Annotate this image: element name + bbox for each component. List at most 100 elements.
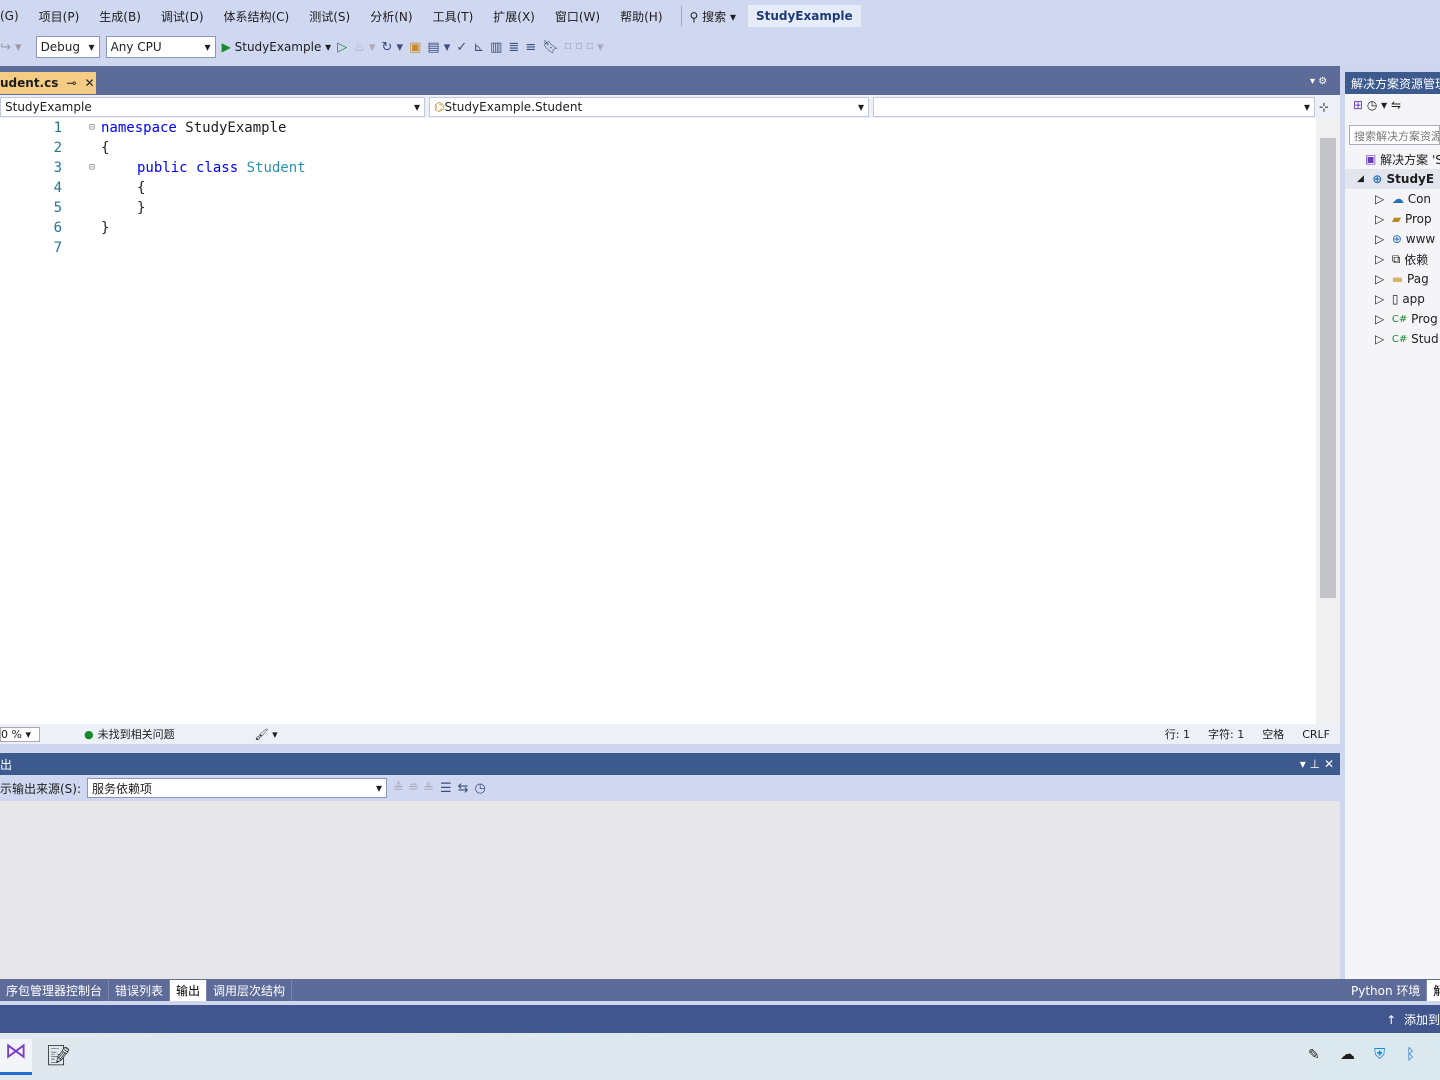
tree-item[interactable]: ▷ C# Stud <box>1375 329 1439 349</box>
expand-arrow-icon[interactable]: ▷ <box>1375 232 1384 246</box>
arrow-up-icon: ↑ <box>1386 1013 1397 1027</box>
source-value: 服务依赖项 <box>92 781 153 796</box>
collapse-arrow-icon[interactable]: ◢ <box>1357 174 1364 184</box>
notes-tray-icon[interactable]: ✎ <box>1308 1047 1320 1063</box>
bookmark-prev-icon[interactable]: ⌑ ⌑ ⌑ ▾ <box>565 40 604 55</box>
code-editor[interactable]: 1 2 3 4 5 6 7 ⊟ ⊟ namespace StudyExample… <box>0 118 1316 724</box>
clear-all-icon[interactable]: ☰ <box>440 781 452 796</box>
panel-title: 解决方案资源管理 <box>1345 72 1440 94</box>
security-icon[interactable]: ⛨ <box>1374 1045 1385 1063</box>
start-without-debug-icon[interactable]: ▷ <box>337 40 347 55</box>
project-dropdown[interactable]: StudyExample ▾ <box>0 96 425 117</box>
item-label: Prog <box>1411 312 1438 326</box>
menu-item[interactable]: (G) <box>0 9 29 23</box>
expand-arrow-icon[interactable]: ▷ <box>1375 332 1384 346</box>
sync-icon[interactable]: ⇋ <box>1391 98 1401 112</box>
expand-arrow-icon[interactable]: ▷ <box>1375 292 1384 306</box>
project-node[interactable]: ◢ ⊕ StudyE <box>1345 169 1440 189</box>
tree-item[interactable]: ▷ C# Prog <box>1375 309 1438 329</box>
folder-icon[interactable]: ▣ <box>409 40 421 55</box>
json-file-icon: ▯ <box>1391 292 1399 306</box>
timestamp-icon[interactable]: ◷ <box>475 781 486 796</box>
configuration-select[interactable]: Debug ▾ <box>35 36 100 58</box>
type-dropdown[interactable]: ⌬StudyExample.Student ▾ <box>429 96 869 117</box>
format-icon[interactable]: ▥ <box>490 40 502 55</box>
uncomment-icon[interactable]: ≡ <box>525 40 536 55</box>
visual-studio-icon[interactable]: ⋈ <box>0 1039 32 1075</box>
spellcheck-icon[interactable]: ✓ <box>456 40 467 55</box>
start-debug-button[interactable]: ▶ StudyExample ▾ <box>222 40 332 54</box>
expand-arrow-icon[interactable]: ▷ <box>1375 312 1384 326</box>
bookmark-icon[interactable]: 🔖︎ <box>542 40 559 55</box>
collapse-icon[interactable]: ⊟ <box>89 162 95 173</box>
comment-icon[interactable]: ≣ <box>508 40 519 55</box>
taskbar: ⋈ 📝︎ ✎ ☁ ⛨ ᛒ <box>0 1033 1440 1080</box>
search-button[interactable]: ⚲ 搜索 ▾ <box>690 8 736 25</box>
platform-select[interactable]: Any CPU ▾ <box>105 36 216 58</box>
solution-label: 解决方案 'S <box>1380 152 1440 167</box>
cleanup-icon[interactable]: 🖌︎ ▾ <box>255 728 278 741</box>
menu-build[interactable]: 生成(B) <box>89 8 151 25</box>
cloud-icon[interactable]: ☁ <box>1340 1045 1355 1063</box>
tree-item[interactable]: ▷ ⊕ www <box>1375 229 1435 249</box>
expand-arrow-icon[interactable]: ▷ <box>1375 272 1384 286</box>
tab-error-list[interactable]: 错误列表 <box>109 979 171 1001</box>
expand-arrow-icon[interactable]: ▷ <box>1375 192 1384 206</box>
tree-item[interactable]: ▷ ⧉ 依赖 <box>1375 249 1428 269</box>
tree-item[interactable]: ▷ ▰ Prop <box>1375 209 1432 229</box>
pin-icon[interactable]: ⊸ <box>66 76 76 90</box>
menu-debug[interactable]: 调试(D) <box>151 8 214 25</box>
menu-extensions[interactable]: 扩展(X) <box>483 8 545 25</box>
add-to-source-control[interactable]: ↑ 添加到 <box>1386 1011 1440 1028</box>
bluetooth-icon[interactable]: ᛒ <box>1406 1045 1415 1063</box>
tab-solution-explorer[interactable]: 解 <box>1427 979 1440 1001</box>
close-icon[interactable]: ✕ <box>84 76 94 90</box>
menu-tools[interactable]: 工具(T) <box>423 8 484 25</box>
notepad-icon[interactable]: 📝︎ <box>46 1043 71 1067</box>
refresh-icon[interactable]: ↻ ▾ <box>382 40 404 55</box>
properties-icon: ▰ <box>1391 212 1402 226</box>
tab-package-manager-console[interactable]: 序包管理器控制台 <box>0 979 110 1001</box>
indent-indicator[interactable]: 空格 <box>1262 726 1284 742</box>
tab-python-env[interactable]: Python 环境 <box>1345 979 1428 1001</box>
word-wrap-icon[interactable]: ⇆ <box>458 781 469 796</box>
tab-call-hierarchy[interactable]: 调用层次结构 <box>207 979 293 1001</box>
menu-analyze[interactable]: 分析(N) <box>360 8 422 25</box>
issues-status[interactable]: 未找到相关问题 <box>98 726 175 742</box>
menu-help[interactable]: 帮助(H) <box>610 8 672 25</box>
close-icon[interactable]: ✕ <box>1324 757 1334 771</box>
output-source-select[interactable]: 服务依赖项 ▾ <box>87 778 388 798</box>
collapse-icon[interactable]: ⊟ <box>89 122 95 133</box>
pin-icon[interactable]: ⊥ <box>1310 757 1320 771</box>
output-text-area[interactable] <box>0 801 1340 979</box>
window-options-icon[interactable]: ▾ ⚙ <box>1310 76 1327 87</box>
step-icon[interactable]: ⊾ <box>473 40 484 55</box>
switch-views-icon[interactable]: ⊞ <box>1353 98 1363 112</box>
hot-reload-icon[interactable]: ♨ ▾ <box>353 40 375 55</box>
find-message-icon[interactable]: ≙ ≘ ≗ <box>393 781 434 796</box>
tab-student-cs[interactable]: udent.cs ⊸ ✕ <box>0 72 96 94</box>
status-bar: ↑ 添加到 <box>0 1005 1440 1033</box>
tree-item[interactable]: ▷ ▬ Pag <box>1375 269 1429 289</box>
menu-test[interactable]: 测试(S) <box>299 8 360 25</box>
window-layout-icon[interactable]: ▤ ▾ <box>427 40 450 55</box>
history-icon[interactable]: ◷ ▾ <box>1367 98 1387 112</box>
menu-project[interactable]: 项目(P) <box>29 8 90 25</box>
menu-architecture[interactable]: 体系结构(C) <box>214 8 300 25</box>
tab-output[interactable]: 输出 <box>170 979 208 1001</box>
dropdown-icon[interactable]: ▾ <box>1300 757 1306 771</box>
tree-item[interactable]: ▷ ☁ Con <box>1375 189 1431 209</box>
tree-item[interactable]: ▷ ▯ app <box>1375 289 1425 309</box>
split-icon[interactable]: ⊹ <box>1319 100 1329 114</box>
zoom-select[interactable]: 0 % ▾ <box>0 726 40 742</box>
member-dropdown[interactable]: ▾ <box>873 96 1315 117</box>
redo-icon[interactable]: ↪ ▾ <box>0 40 22 55</box>
expand-arrow-icon[interactable]: ▷ <box>1375 212 1384 226</box>
solution-node[interactable]: ▣ 解决方案 'S <box>1365 149 1440 169</box>
expand-arrow-icon[interactable]: ▷ <box>1375 252 1384 266</box>
editor-scrollbar[interactable] <box>1316 118 1340 724</box>
menu-window[interactable]: 窗口(W) <box>545 8 610 25</box>
search-input[interactable]: 搜索解决方案资源 <box>1349 125 1440 145</box>
scroll-thumb[interactable] <box>1320 138 1336 598</box>
line-ending-indicator[interactable]: CRLF <box>1302 728 1330 741</box>
